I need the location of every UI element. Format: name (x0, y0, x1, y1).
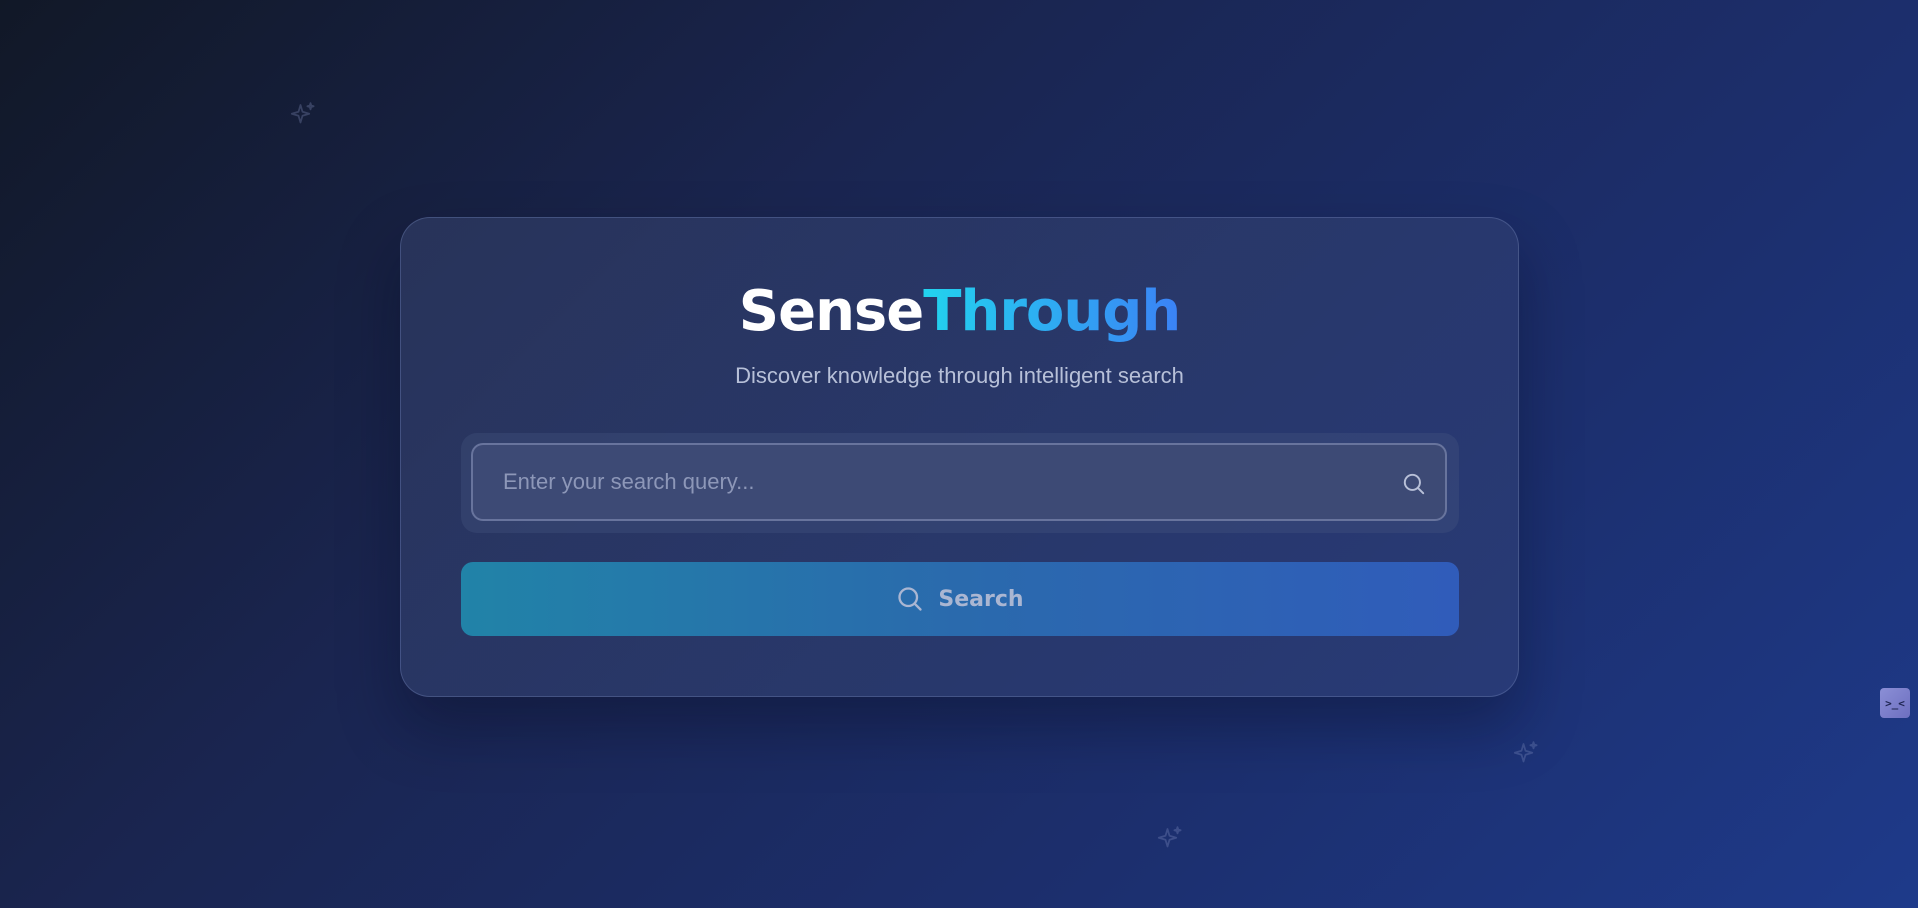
search-button-label: Search (938, 586, 1024, 612)
sparkle-icon (1511, 739, 1541, 769)
face-widget-icon[interactable]: >_< (1880, 688, 1910, 718)
app-title: SenseThrough (401, 278, 1518, 345)
app-subtitle: Discover knowledge through intelligent s… (735, 363, 1184, 388)
search-icon (896, 585, 924, 613)
search-button[interactable]: Search (461, 562, 1459, 636)
widget-glyph: >_< (1885, 696, 1905, 710)
sparkle-icon (1155, 824, 1185, 854)
app-title-part1: Sense (738, 279, 924, 344)
sparkle-icon (288, 100, 318, 130)
app-title-part2: Through (923, 279, 1181, 344)
search-card: SenseThrough Discover knowledge through … (400, 217, 1519, 697)
search-icon (1401, 471, 1427, 497)
search-input[interactable] (471, 443, 1447, 521)
search-box (461, 433, 1459, 533)
